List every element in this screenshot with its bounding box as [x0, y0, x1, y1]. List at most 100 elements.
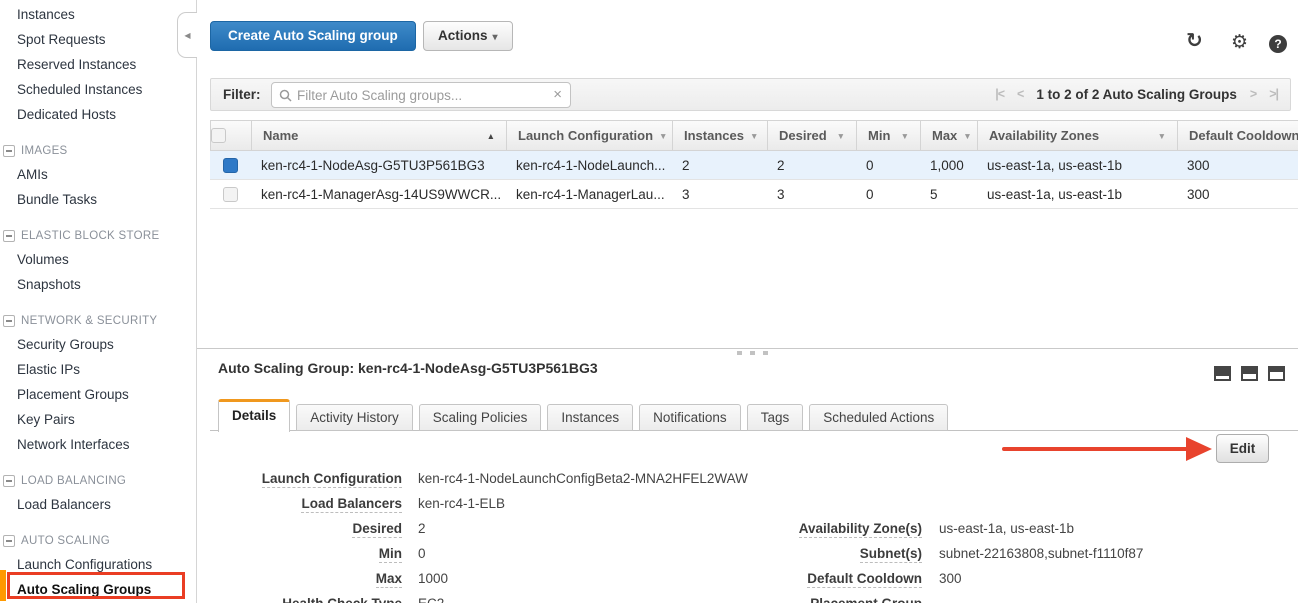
gear-icon[interactable]: ⚙: [1231, 31, 1248, 54]
sidebar-item-spot-requests[interactable]: Spot Requests: [0, 27, 196, 52]
field-row: Subnet(s) subnet-22163808,subnet-f1110f8…: [770, 541, 1143, 566]
sidebar-section-network-security[interactable]: NETWORK & SECURITY: [0, 310, 196, 332]
sidebar-item-amis[interactable]: AMIs: [0, 162, 196, 187]
sidebar-item-scheduled-instances[interactable]: Scheduled Instances: [0, 77, 196, 102]
sidebar-section-elastic-block-store[interactable]: ELASTIC BLOCK STORE: [0, 225, 196, 247]
tab-notifications[interactable]: Notifications: [639, 404, 741, 431]
last-page-icon[interactable]: >|: [1269, 79, 1278, 110]
column-header-desired[interactable]: Desired ▼: [767, 121, 856, 150]
annotation-arrow-head: [1186, 437, 1212, 461]
pane-medium-icon[interactable]: [1241, 366, 1258, 381]
field-label: Load Balancers: [218, 496, 402, 511]
sort-icon: ▼: [659, 131, 667, 141]
pane-small-icon[interactable]: [1214, 366, 1231, 381]
cell-name: ken-rc4-1-ManagerAsg-14US9WWCR...: [250, 180, 505, 208]
field-value: subnet-22163808,subnet-f1110f87: [939, 546, 1143, 561]
refresh-icon[interactable]: ↻: [1186, 28, 1203, 53]
sidebar-item-dedicated-hosts[interactable]: Dedicated Hosts: [0, 102, 196, 127]
field-row: Desired 2: [218, 516, 748, 541]
field-value: 1000: [418, 571, 448, 586]
field-row: Max 1000: [218, 566, 748, 591]
cell-instances: 3: [671, 180, 766, 208]
edit-button[interactable]: Edit: [1216, 434, 1269, 463]
help-icon[interactable]: ?: [1269, 35, 1287, 53]
sidebar-item-network-interfaces[interactable]: Network Interfaces: [0, 432, 196, 457]
first-page-icon[interactable]: |<: [995, 79, 1004, 110]
sidebar-item-load-balancers[interactable]: Load Balancers: [0, 492, 196, 517]
sidebar-section-images[interactable]: IMAGES: [0, 140, 196, 162]
select-all-checkbox[interactable]: [211, 128, 226, 143]
ec2-console-screen: Instances Spot Requests Reserved Instanc…: [0, 0, 1298, 603]
sidebar-section-load-balancing[interactable]: LOAD BALANCING: [0, 470, 196, 492]
column-header-min[interactable]: Min ▼: [856, 121, 920, 150]
sidebar-item-auto-scaling-groups[interactable]: Auto Scaling Groups: [0, 577, 196, 602]
detail-panel-title: Auto Scaling Group: ken-rc4-1-NodeAsg-G5…: [218, 360, 598, 376]
sidebar-item-key-pairs[interactable]: Key Pairs: [0, 407, 196, 432]
table-row[interactable]: ken-rc4-1-NodeAsg-G5TU3P561BG3 ken-rc4-1…: [210, 151, 1298, 180]
filter-input[interactable]: [297, 84, 547, 106]
sidebar-section-label: LOAD BALANCING: [21, 470, 126, 492]
column-header-max[interactable]: Max ▼: [920, 121, 977, 150]
prev-page-icon[interactable]: <: [1017, 79, 1023, 110]
actions-button[interactable]: Actions▾: [423, 21, 513, 51]
next-page-icon[interactable]: >: [1250, 79, 1256, 110]
sidebar-item-volumes[interactable]: Volumes: [0, 247, 196, 272]
tab-scaling-policies[interactable]: Scaling Policies: [419, 404, 542, 431]
clear-filter-icon[interactable]: ×: [553, 86, 562, 103]
collapse-section-icon: [3, 230, 15, 242]
pane-large-icon[interactable]: [1268, 366, 1285, 381]
field-label: Availability Zone(s): [770, 521, 922, 536]
filter-input-wrap: ×: [271, 82, 571, 108]
auto-scaling-groups-table: Name ▲ Launch Configuration ▼ Instances …: [210, 120, 1298, 209]
pane-size-controls: [1214, 366, 1285, 381]
field-label: Desired: [218, 521, 402, 536]
field-value: us-east-1a, us-east-1b: [939, 521, 1074, 536]
column-header-instances[interactable]: Instances ▼: [672, 121, 767, 150]
collapse-section-icon: [3, 475, 15, 487]
sidebar-item-bundle-tasks[interactable]: Bundle Tasks: [0, 187, 196, 212]
tab-activity-history[interactable]: Activity History: [296, 404, 413, 431]
collapse-section-icon: [3, 535, 15, 547]
pagination-status: 1 to 2 of 2 Auto Scaling Groups: [1036, 79, 1237, 110]
column-header-availability-zones[interactable]: Availability Zones ▼: [977, 121, 1177, 150]
sidebar-item-snapshots[interactable]: Snapshots: [0, 272, 196, 297]
cell-default-cooldown: 300: [1176, 180, 1298, 208]
sidebar-item-elastic-ips[interactable]: Elastic IPs: [0, 357, 196, 382]
sort-icon: ▼: [1158, 131, 1166, 141]
tab-instances[interactable]: Instances: [547, 404, 633, 431]
cell-desired: 2: [766, 151, 855, 179]
cell-min: 0: [855, 180, 919, 208]
sidebar-item-launch-configurations[interactable]: Launch Configurations: [0, 552, 196, 577]
column-header-default-cooldown[interactable]: Default Cooldown: [1177, 121, 1298, 150]
column-header-launch-configuration[interactable]: Launch Configuration ▼: [506, 121, 672, 150]
field-row: Placement Group: [770, 591, 1143, 603]
table-row[interactable]: ken-rc4-1-ManagerAsg-14US9WWCR... ken-rc…: [210, 180, 1298, 209]
tab-scheduled-actions[interactable]: Scheduled Actions: [809, 404, 948, 431]
sidebar-section-auto-scaling[interactable]: AUTO SCALING: [0, 530, 196, 552]
field-row: Default Cooldown 300: [770, 566, 1143, 591]
pagination: |< < 1 to 2 of 2 Auto Scaling Groups > >…: [995, 79, 1278, 110]
sidebar-item-security-groups[interactable]: Security Groups: [0, 332, 196, 357]
sidebar-item-placement-groups[interactable]: Placement Groups: [0, 382, 196, 407]
sidebar-item-reserved-instances[interactable]: Reserved Instances: [0, 52, 196, 77]
field-label: Subnet(s): [770, 546, 922, 561]
annotation-arrow: [1002, 447, 1194, 451]
field-value: 300: [939, 571, 962, 586]
tab-details[interactable]: Details: [218, 399, 290, 432]
field-value: 2: [418, 521, 426, 536]
column-header-name[interactable]: Name ▲: [251, 121, 506, 150]
cell-instances: 2: [671, 151, 766, 179]
divider-drag-handle-icon[interactable]: [737, 351, 768, 355]
field-value: ken-rc4-1-ELB: [418, 496, 505, 511]
field-label: Default Cooldown: [770, 571, 922, 586]
panel-divider: [197, 348, 1298, 349]
row-checkbox[interactable]: [223, 187, 238, 202]
tab-tags[interactable]: Tags: [747, 404, 804, 431]
sidebar-item-instances[interactable]: Instances: [0, 2, 196, 27]
create-auto-scaling-group-button[interactable]: Create Auto Scaling group: [210, 21, 416, 51]
sort-icon: ▼: [963, 131, 971, 141]
sidebar-nav: Instances Spot Requests Reserved Instanc…: [0, 0, 197, 603]
sidebar-collapse-handle[interactable]: ◀: [177, 12, 197, 58]
row-checkbox[interactable]: [223, 158, 238, 173]
chevron-left-icon: ◀: [184, 31, 190, 40]
